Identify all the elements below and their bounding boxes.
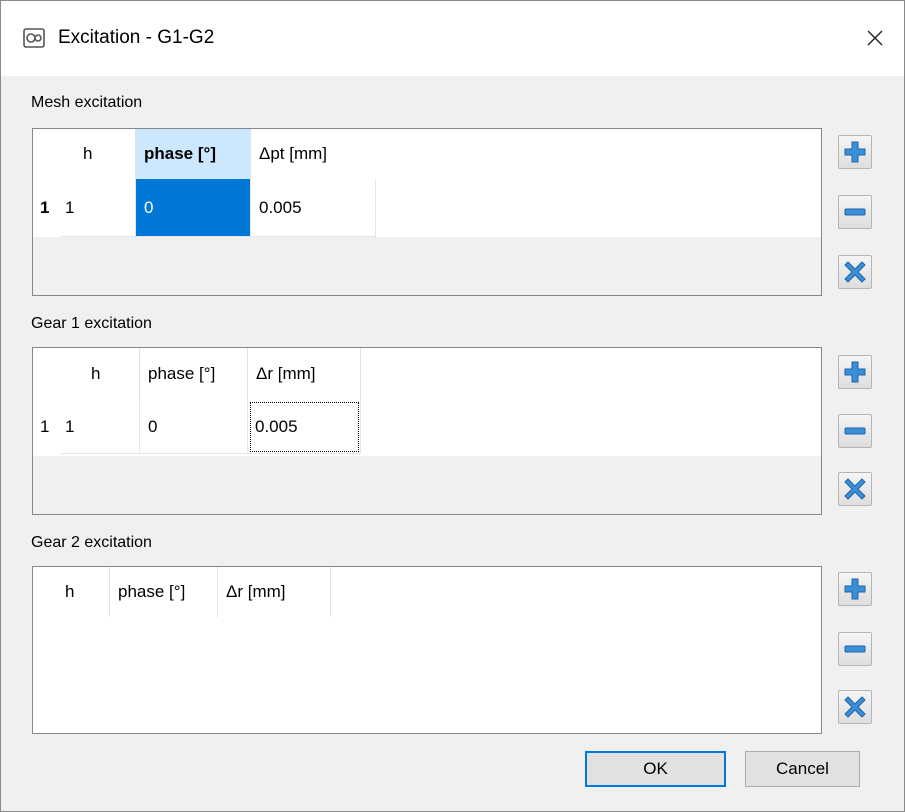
app-icon [23, 28, 45, 48]
plus-icon [844, 361, 866, 383]
row-header-1[interactable]: 1 [33, 179, 61, 237]
cancel-button[interactable]: Cancel [745, 751, 860, 787]
mesh-excitation-label: Mesh excitation [31, 94, 143, 111]
x-icon [844, 261, 866, 283]
ok-button[interactable]: OK [585, 751, 726, 787]
column-header-phase[interactable]: phase [°] [136, 129, 251, 179]
gear2-clear-button[interactable] [838, 690, 872, 724]
gear1-excitation-table: h phase [°] Δr [mm] 1 1 0 0.005 [32, 347, 822, 515]
mesh-excitation-table: h phase [°] Δpt [mm] 1 1 0 0.005 [32, 128, 822, 296]
minus-icon [844, 208, 866, 216]
column-header-h[interactable]: h [61, 348, 140, 400]
column-header-phase[interactable]: phase [°] [140, 348, 248, 400]
minus-icon [844, 645, 866, 653]
table-cell-dpt[interactable]: 0.005 [251, 179, 376, 237]
plus-icon [844, 578, 866, 600]
x-icon [844, 696, 866, 718]
mesh-add-button[interactable] [838, 135, 872, 169]
table-cell-dr[interactable]: 0.005 [248, 400, 361, 454]
column-header-dr[interactable]: Δr [mm] [248, 348, 361, 400]
x-icon [844, 478, 866, 500]
gear1-add-button[interactable] [838, 355, 872, 389]
column-header-phase[interactable]: phase [°] [110, 567, 218, 617]
close-button[interactable] [845, 12, 905, 64]
plus-icon [844, 141, 866, 163]
gear2-excitation-table: h phase [°] Δr [mm] [32, 566, 822, 734]
mesh-remove-button[interactable] [838, 195, 872, 229]
column-header-h[interactable]: h [33, 567, 110, 617]
gear1-excitation-label: Gear 1 excitation [31, 315, 152, 332]
mesh-clear-button[interactable] [838, 255, 872, 289]
gear2-add-button[interactable] [838, 572, 872, 606]
gear1-clear-button[interactable] [838, 472, 872, 506]
gear2-excitation-label: Gear 2 excitation [31, 534, 152, 551]
table-cell-h[interactable]: 1 [61, 400, 140, 454]
close-icon [867, 30, 883, 46]
gear2-remove-button[interactable] [838, 632, 872, 666]
window-title: Excitation - G1-G2 [58, 27, 215, 48]
column-header-dpt[interactable]: Δpt [mm] [251, 129, 376, 179]
title-bar: Excitation - G1-G2 [0, 0, 905, 76]
table-cell-phase[interactable]: 0 [140, 400, 248, 454]
table-cell-phase[interactable]: 0 [136, 179, 251, 237]
minus-icon [844, 427, 866, 435]
row-header-1[interactable]: 1 [33, 400, 61, 454]
column-header-dr[interactable]: Δr [mm] [218, 567, 331, 617]
column-header-h[interactable]: h [61, 129, 136, 179]
table-cell-h[interactable]: 1 [61, 179, 136, 237]
gear1-remove-button[interactable] [838, 414, 872, 448]
